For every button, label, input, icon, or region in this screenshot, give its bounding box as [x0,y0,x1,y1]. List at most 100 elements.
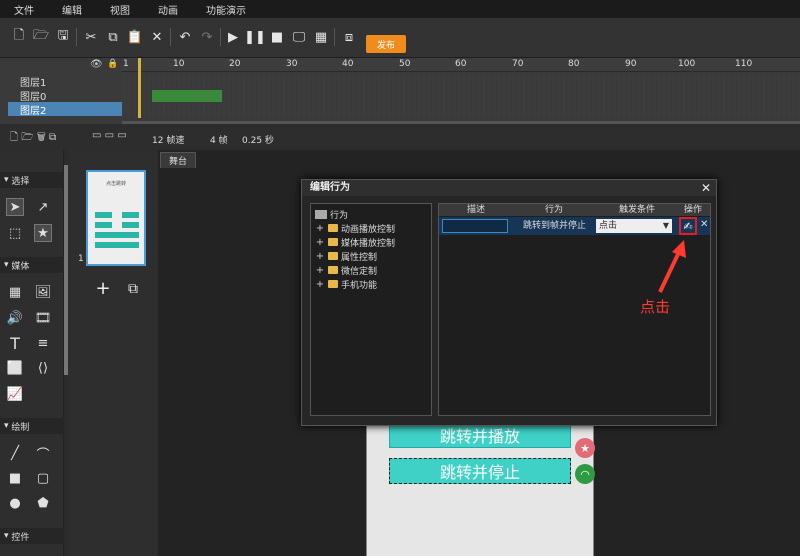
publish-button[interactable]: 发布 [366,35,406,53]
menu-view[interactable]: 视图 [110,2,130,17]
line-icon[interactable]: ╱ [6,444,24,462]
menu-edit[interactable]: 编辑 [62,2,82,17]
tab-stage[interactable]: 舞台 [160,152,196,168]
page-thumbnail[interactable]: 点击跳转 [86,170,146,266]
menu-feature-demo[interactable]: 功能演示 [206,2,246,17]
layer-row-0[interactable]: 图层0 [8,88,122,103]
circle-icon[interactable]: ● [6,494,24,512]
frame-ruler[interactable]: 1 10 20 30 40 50 60 70 80 90 100 110 [122,58,800,72]
thumb-button [95,242,139,248]
new-file-icon[interactable]: 🗋 [10,28,28,46]
cut-icon[interactable]: ✂ [82,28,100,46]
preview-screen-icon[interactable]: 🖵 [290,28,308,46]
redo-icon[interactable]: ↷ [198,28,216,46]
ruler-tick: 30 [286,59,298,69]
folder-icon [328,238,338,246]
rounded-rect-icon[interactable]: ▢ [34,469,52,487]
add-layer-icon[interactable]: 🗋 🗁 🗑 ⧉ [10,130,56,147]
share-icon[interactable]: ⧈ [340,28,358,46]
playhead[interactable] [138,58,141,118]
behavior-star-icon[interactable]: ★ [34,224,52,242]
video-icon[interactable]: 🎞 [34,309,52,327]
section-select[interactable]: ▾ 选择 [0,172,64,188]
open-folder-icon[interactable]: 🗁 [32,28,50,46]
section-draw[interactable]: ▾ 绘制 [0,418,64,434]
column-description: 描述 [467,205,486,215]
section-media[interactable]: ▾ 媒体 [0,257,64,273]
image-icon[interactable]: 🖼 [34,283,52,301]
text-icon[interactable]: T [6,334,24,353]
rectangle-icon[interactable]: ■ [6,469,24,487]
description-input[interactable] [442,219,508,233]
expand-icon[interactable]: + [315,237,325,248]
action-value: 跳转到帧并停止 [523,221,587,231]
tween-span[interactable] [152,90,222,102]
curve-icon[interactable]: ⌒ [34,444,52,463]
eye-icon[interactable]: 👁 [90,59,103,70]
pause-icon[interactable]: ❚❚ [244,28,266,46]
code-icon[interactable]: ⟨⟩ [34,359,52,377]
frame-track[interactable] [122,102,800,116]
frame-track[interactable] [122,74,800,88]
node-select-icon[interactable]: ↗ [34,198,52,216]
edit-behavior-button[interactable]: ✍ [679,217,697,235]
behavior-row[interactable]: 跳转到帧并停止 点击 ▼ ✍ ✕ [439,217,710,235]
transform-icon[interactable]: ⬚ [6,224,24,242]
jump-stop-button[interactable]: 跳转并停止 [389,458,571,484]
menu-animation[interactable]: 动画 [158,2,178,17]
close-icon[interactable]: ✕ [700,180,712,196]
tree-item[interactable]: + 手机功能 [315,277,377,291]
expand-icon[interactable]: + [315,279,325,290]
behavior-badge-icon[interactable]: ◠ [575,464,595,484]
frame-icon[interactable]: ⬜ [6,359,24,377]
toolbar-divider [76,28,77,46]
grid-icon[interactable]: ▦ [6,283,24,301]
add-page-icon[interactable]: + [94,280,112,298]
menu-file[interactable]: 文件 [14,2,34,17]
column-operation: 操作 [684,205,703,215]
undo-icon[interactable]: ↶ [176,28,194,46]
frame-tools-icon[interactable]: ▭ ▭ ▭ [92,130,127,141]
thumb-button [122,212,139,218]
expand-icon[interactable]: + [315,223,325,234]
ruler-tick: 1 [123,59,129,69]
paste-icon[interactable]: 📋 [126,28,144,46]
save-icon[interactable]: 🖫 [54,28,72,46]
dialog-title: 编辑行为 [302,180,716,196]
thumb-button [95,222,112,228]
delete-row-icon[interactable]: ✕ [700,219,708,230]
select-arrow-icon[interactable]: ➤ [6,198,24,216]
section-label: 控件 [11,532,30,543]
frame-track[interactable] [122,88,800,102]
toolbar-divider [170,28,171,46]
delete-icon[interactable]: ✕ [148,28,166,46]
stop-icon[interactable]: ■ [268,28,286,46]
copy-icon[interactable]: ⧉ [104,28,122,46]
chart-icon[interactable]: 📈 [6,385,24,403]
paragraph-icon[interactable]: ≡ [34,334,52,352]
lock-icon[interactable]: 🔒 [107,59,118,69]
layer-row-2[interactable]: 图层2 [8,102,122,117]
tree-item[interactable]: + 属性控制 [315,249,377,263]
insert-page-icon[interactable]: ⧉ [124,280,142,298]
trigger-select[interactable]: 点击 ▼ [596,219,672,233]
pointer-hand-icon: ✍ [683,219,693,233]
tree-item-label: 媒体播放控制 [341,238,396,249]
polygon-icon[interactable]: ⬟ [34,494,52,512]
tree-item[interactable]: + 媒体播放控制 [315,235,395,249]
tree-item-label: 手机功能 [341,280,378,291]
expand-icon[interactable]: + [315,251,325,262]
behavior-star-badge-icon[interactable]: ★ [575,438,595,458]
audio-icon[interactable]: 🔊 [6,309,24,327]
tree-item[interactable]: + 动画播放控制 [315,221,395,235]
layer-name: 图层2 [20,105,47,117]
trigger-value: 点击 [599,221,618,231]
tree-item[interactable]: + 微信定制 [315,263,377,277]
layer-row-1[interactable]: 图层1 [8,74,122,89]
play-icon[interactable]: ▶ [224,28,242,46]
expand-icon[interactable]: + [315,265,325,276]
tree-root[interactable]: 行为 [315,207,348,221]
qrcode-icon[interactable]: ▦ [312,28,330,46]
ruler-tick: 110 [735,59,753,69]
section-controls[interactable]: ▾ 控件 [0,528,64,544]
